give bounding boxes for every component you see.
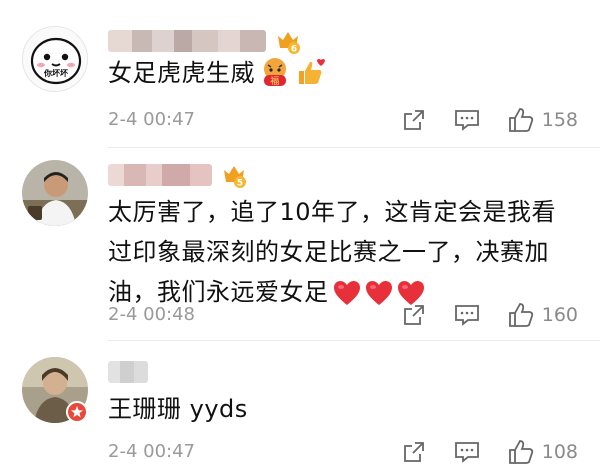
comment-time: 2-4 00:48	[108, 304, 195, 325]
comment-text-content: 女足虎虎生威	[108, 59, 255, 87]
username-blurred[interactable]	[108, 30, 266, 52]
comment-time: 2-4 00:47	[108, 441, 195, 462]
comment-item: 你坏坏 6 女足虎虎生威福 2-4 00:47 158	[0, 0, 600, 148]
comment-text: 王珊珊 yyds	[108, 389, 578, 429]
avatar-label: 你坏坏	[44, 69, 68, 78]
comment-icon[interactable]	[454, 108, 480, 132]
comment-actions: 158	[402, 105, 578, 135]
vip-level-icon: 6	[278, 32, 300, 54]
comment-icon[interactable]	[454, 440, 480, 464]
username-blurred[interactable]	[108, 361, 148, 383]
thumbs-up-heart-icon	[295, 57, 325, 99]
like-button[interactable]: 160	[508, 300, 578, 330]
svg-text:福: 福	[270, 75, 280, 87]
like-button[interactable]: 158	[508, 105, 578, 135]
username-blurred[interactable]	[108, 164, 212, 186]
thumbs-up-icon	[508, 440, 533, 464]
like-count: 108	[541, 441, 578, 463]
vip-level-number: 5	[237, 179, 243, 189]
comment-text-content: 王珊珊 yyds	[108, 395, 248, 423]
share-icon[interactable]	[402, 440, 426, 464]
comment-icon[interactable]	[454, 303, 480, 327]
comment-item: 王珊珊 yyds 2-4 00:47 108	[0, 341, 600, 474]
vip-level-icon: 5	[224, 166, 246, 189]
share-icon[interactable]	[402, 303, 426, 327]
comment-actions: 160	[402, 300, 578, 330]
like-count: 160	[541, 304, 578, 326]
avatar[interactable]: 你坏坏	[22, 26, 88, 92]
share-icon[interactable]	[402, 108, 426, 132]
avatar[interactable]	[22, 160, 88, 226]
meme-face-avatar-image	[23, 27, 87, 91]
comment-text: 女足虎虎生威福	[108, 53, 578, 99]
comment-meta: 2-4 00:48 160	[108, 300, 578, 330]
man-photo-avatar-image	[22, 160, 88, 226]
verified-badge-icon	[66, 401, 88, 423]
comment-meta: 2-4 00:47 108	[108, 437, 578, 467]
comment-meta: 2-4 00:47 158	[108, 105, 578, 135]
thumbs-up-icon	[508, 303, 533, 327]
comment-time: 2-4 00:47	[108, 109, 195, 130]
like-button[interactable]: 108	[508, 437, 578, 467]
like-count: 158	[541, 109, 578, 131]
thumbs-up-icon	[508, 108, 533, 132]
comment-item: 5 太厉害了，追了10年了，这肯定会是我看过印象最深刻的女足比赛之一了，决赛加油…	[0, 148, 600, 340]
comment-actions: 108	[402, 437, 578, 467]
tiger-fu-icon: 福	[259, 55, 291, 99]
